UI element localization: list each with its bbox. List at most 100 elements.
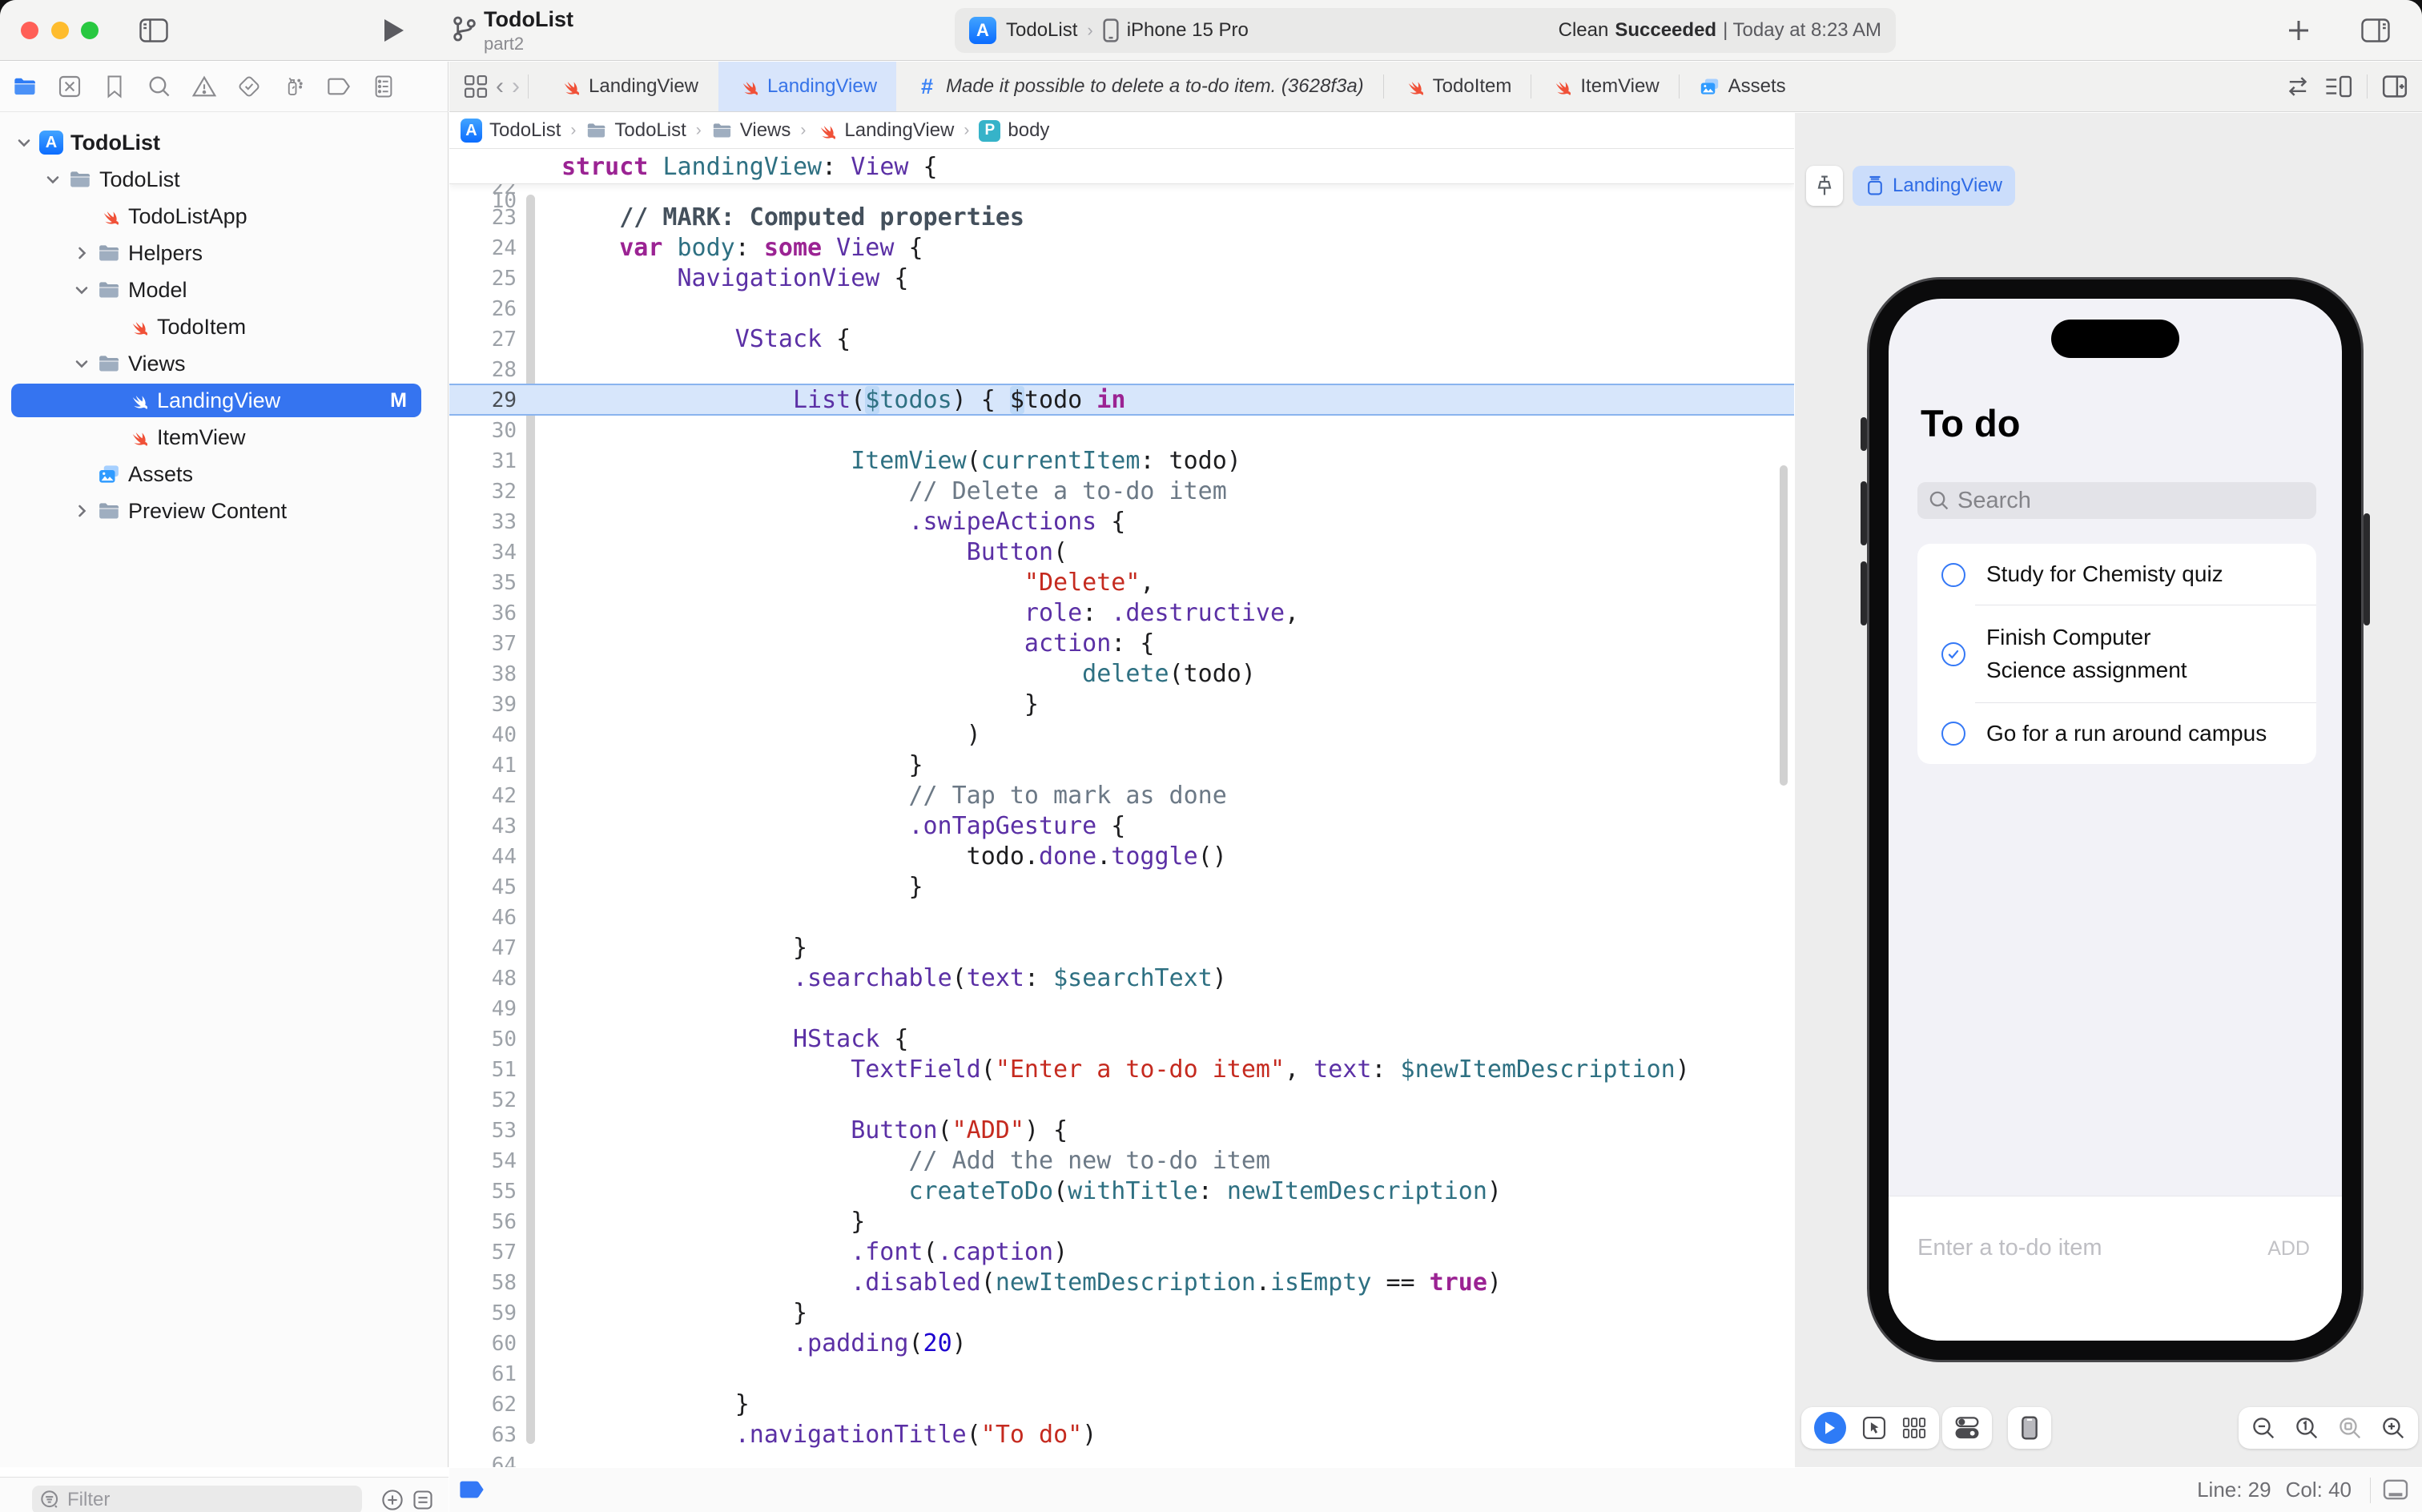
pin-preview-button[interactable] bbox=[1806, 166, 1843, 206]
tab-todoitem[interactable]: TodoItem bbox=[1384, 62, 1531, 111]
code-line-28[interactable]: 28 bbox=[449, 355, 1794, 385]
run-button[interactable] bbox=[378, 14, 410, 46]
display-icon[interactable] bbox=[2382, 1478, 2409, 1501]
chevron-right-icon[interactable] bbox=[70, 500, 93, 522]
code-line-26[interactable]: 26 bbox=[449, 294, 1794, 324]
todo-item[interactable]: Study for Chemisty quiz bbox=[1917, 544, 2316, 605]
zoom-in-icon[interactable] bbox=[2381, 1416, 2405, 1440]
sidebar-item-preview-content[interactable]: Preview Content bbox=[0, 493, 449, 529]
code-line-53[interactable]: 53Button("ADD") { bbox=[449, 1116, 1794, 1146]
breakpoint-navigator-icon[interactable] bbox=[322, 70, 356, 103]
tab-landingview[interactable]: LandingView bbox=[540, 62, 718, 111]
live-preview-button[interactable] bbox=[1814, 1412, 1846, 1444]
swap-editor-icon[interactable] bbox=[2285, 74, 2311, 99]
code-line-27[interactable]: 27VStack { bbox=[449, 324, 1794, 355]
filter-input[interactable]: Filter bbox=[32, 1486, 362, 1512]
code-line-23[interactable]: 23// MARK: Computed properties bbox=[449, 203, 1794, 233]
issue-navigator-icon[interactable] bbox=[187, 70, 221, 103]
code-line-44[interactable]: 44todo.done.toggle() bbox=[449, 842, 1794, 872]
sidebar-item-views[interactable]: Views bbox=[0, 345, 449, 382]
code-line-39[interactable]: 39} bbox=[449, 690, 1794, 720]
code-line-30[interactable]: 30 bbox=[449, 416, 1794, 446]
sidebar-item-todolist[interactable]: TodoList bbox=[0, 161, 449, 198]
tab-assets[interactable]: Assets bbox=[1680, 62, 1805, 111]
zoom-100-icon[interactable] bbox=[2295, 1416, 2319, 1440]
close-window-button[interactable] bbox=[21, 22, 38, 39]
add-button[interactable] bbox=[2283, 14, 2315, 46]
sidebar-item-helpers[interactable]: Helpers bbox=[0, 235, 449, 271]
code-line-34[interactable]: 34Button( bbox=[449, 537, 1794, 568]
code-line-46[interactable]: 46 bbox=[449, 903, 1794, 933]
breakpoint-icon[interactable] bbox=[459, 1479, 486, 1500]
add-button-label[interactable]: ADD bbox=[2267, 1237, 2310, 1261]
code-line-61[interactable]: 61 bbox=[449, 1359, 1794, 1389]
code-line-52[interactable]: 52 bbox=[449, 1085, 1794, 1116]
related-items-icon[interactable] bbox=[464, 74, 488, 99]
code-line-51[interactable]: 51TextField("Enter a to-do item", text: … bbox=[449, 1055, 1794, 1085]
code-line-42[interactable]: 42// Tap to mark as done bbox=[449, 781, 1794, 811]
breadcrumb-todolist[interactable]: ATodoList bbox=[461, 119, 561, 142]
code-line-32[interactable]: 32// Delete a to-do item bbox=[449, 477, 1794, 507]
code-line-57[interactable]: 57.font(.caption) bbox=[449, 1237, 1794, 1268]
code-line-49[interactable]: 49 bbox=[449, 994, 1794, 1024]
toggle-right-sidebar-icon[interactable] bbox=[2360, 14, 2392, 46]
code-line-43[interactable]: 43.onTapGesture { bbox=[449, 811, 1794, 842]
chevron-right-icon[interactable] bbox=[70, 242, 93, 264]
scheme-project[interactable]: TodoList bbox=[1006, 19, 1077, 42]
editor-options-icon[interactable] bbox=[2325, 74, 2352, 99]
device-settings-button[interactable] bbox=[1942, 1407, 1992, 1449]
sidebar-item-model[interactable]: Model bbox=[0, 271, 449, 308]
empty-circle-icon[interactable] bbox=[1941, 563, 1965, 587]
todo-item[interactable]: Finish Computer Science assignment bbox=[1917, 605, 2316, 703]
add-editor-icon[interactable] bbox=[2382, 74, 2408, 99]
test-navigator-icon[interactable] bbox=[232, 70, 266, 103]
new-item-input[interactable]: Enter a to-do item bbox=[1917, 1235, 2102, 1261]
back-icon[interactable]: ‹ bbox=[496, 73, 504, 100]
code-line-47[interactable]: 47} bbox=[449, 933, 1794, 963]
toggle-left-sidebar-icon[interactable] bbox=[138, 14, 170, 46]
sidebar-item-itemview[interactable]: ItemView bbox=[0, 419, 449, 456]
code-line-37[interactable]: 37action: { bbox=[449, 629, 1794, 659]
code-line-48[interactable]: 48.searchable(text: $searchText) bbox=[449, 963, 1794, 994]
breadcrumb-todolist[interactable]: TodoList bbox=[585, 119, 686, 142]
breadcrumb-body[interactable]: Pbody bbox=[979, 119, 1049, 142]
code-line-29[interactable]: 29List($todos) { $todo in bbox=[449, 384, 1794, 416]
preview-target-chip[interactable]: LandingView bbox=[1853, 166, 2015, 206]
chevron-down-icon[interactable] bbox=[13, 131, 35, 154]
find-navigator-icon[interactable] bbox=[143, 70, 176, 103]
chevron-down-icon[interactable] bbox=[70, 352, 93, 375]
code-line-64[interactable]: 64 bbox=[449, 1450, 1794, 1467]
project-navigator-icon[interactable] bbox=[8, 70, 42, 103]
code-line-41[interactable]: 41} bbox=[449, 750, 1794, 781]
report-navigator-icon[interactable] bbox=[367, 70, 400, 103]
app-search-field[interactable]: Search bbox=[1917, 482, 2316, 519]
forward-icon[interactable]: › bbox=[512, 73, 520, 100]
zoom-window-button[interactable] bbox=[81, 22, 99, 39]
sidebar-item-todolist[interactable]: ATodoList bbox=[0, 124, 449, 161]
code-line-55[interactable]: 55createToDo(withTitle: newItemDescripti… bbox=[449, 1176, 1794, 1207]
scm-filter-icon[interactable] bbox=[410, 1487, 436, 1512]
activity-view[interactable]: A TodoList › iPhone 15 Pro Clean Succeed… bbox=[955, 8, 1896, 53]
minimize-window-button[interactable] bbox=[51, 22, 69, 39]
zoom-out-icon[interactable] bbox=[2251, 1416, 2275, 1440]
code-line-40[interactable]: 40) bbox=[449, 720, 1794, 750]
code-line-50[interactable]: 50HStack { bbox=[449, 1024, 1794, 1055]
source-editor[interactable]: 2223// MARK: Computed properties24var bo… bbox=[449, 150, 1794, 1467]
code-line-35[interactable]: 35"Delete", bbox=[449, 568, 1794, 598]
add-item-icon[interactable] bbox=[380, 1487, 405, 1512]
bookmark-navigator-icon[interactable] bbox=[98, 70, 131, 103]
selectable-mode-icon[interactable] bbox=[1862, 1416, 1886, 1440]
code-line-31[interactable]: 31ItemView(currentItem: todo) bbox=[449, 446, 1794, 477]
code-line-62[interactable]: 62} bbox=[449, 1389, 1794, 1420]
breadcrumb-landingview[interactable]: LandingView bbox=[815, 119, 954, 142]
tab-landingview[interactable]: LandingView bbox=[718, 62, 896, 111]
code-line-38[interactable]: 38delete(todo) bbox=[449, 659, 1794, 690]
code-line-33[interactable]: 33.swipeActions { bbox=[449, 507, 1794, 537]
debug-navigator-icon[interactable] bbox=[277, 70, 311, 103]
source-control-navigator-icon[interactable] bbox=[53, 70, 86, 103]
tab-itemview[interactable]: ItemView bbox=[1531, 62, 1678, 111]
code-line-58[interactable]: 58.disabled(newItemDescription.isEmpty =… bbox=[449, 1268, 1794, 1298]
code-line-24[interactable]: 24var body: some View { bbox=[449, 233, 1794, 263]
code-line-63[interactable]: 63.navigationTitle("To do") bbox=[449, 1420, 1794, 1450]
tab-made-it-possible-to-delete-a-t[interactable]: #Made it possible to delete a to-do item… bbox=[897, 62, 1383, 111]
